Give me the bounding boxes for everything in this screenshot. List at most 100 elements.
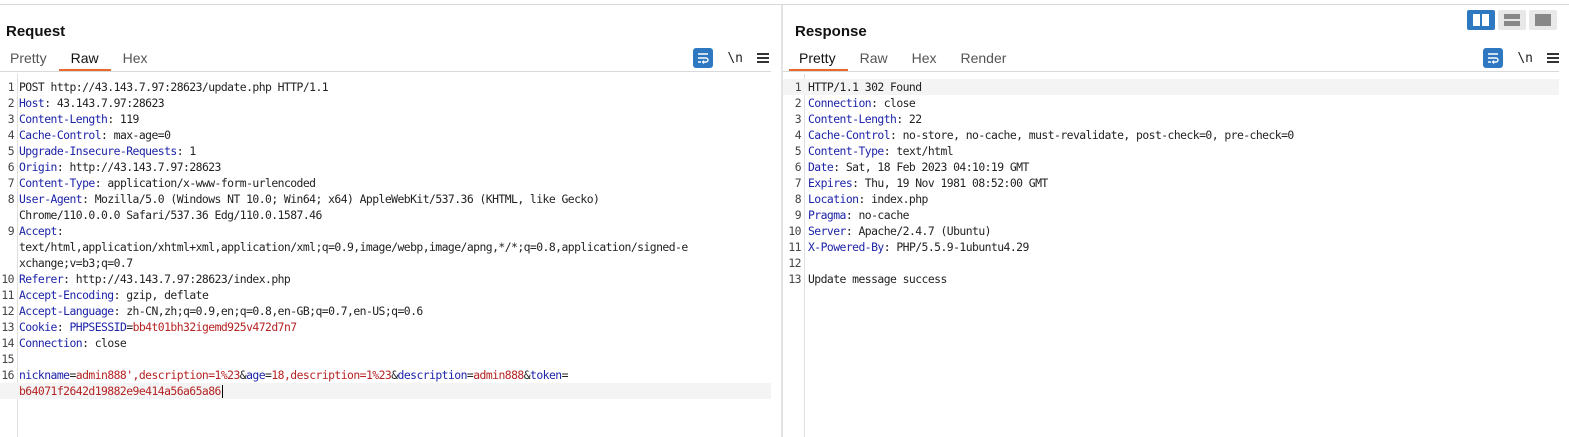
editor-line: xchange;v=b3;q=0.7 xyxy=(0,255,771,271)
response-tab-render[interactable]: Render xyxy=(949,49,1019,71)
header-value: application/x-www-form-urlencoded xyxy=(101,176,316,190)
request-tab-raw[interactable]: Raw xyxy=(58,49,111,71)
line-content: text/html,application/xhtml+xml,applicat… xyxy=(19,239,688,255)
header-value: 119 xyxy=(113,112,139,126)
line-content: Connection: close xyxy=(19,335,127,351)
line-content: Cache-Control: no-store, no-cache, must-… xyxy=(808,127,1294,143)
editor-line: 10 Referer: http://43.143.7.97:28623/inde… xyxy=(0,271,771,287)
line-number: 2 xyxy=(794,96,802,110)
line-number: 12 xyxy=(1,304,14,318)
line-content: Chrome/110.0.0.0 Safari/537.36 Edg/110.0… xyxy=(19,207,322,223)
line-content: Content-Length: 119 xyxy=(19,111,139,127)
line-content: b64071f2642d19882e9e414a56a65a86 xyxy=(19,383,223,399)
editor-line: b64071f2642d19882e9e414a56a65a86 xyxy=(0,383,771,399)
line-number: 11 xyxy=(788,240,801,254)
line-content: POST http://43.143.7.97:28623/update.php… xyxy=(19,79,329,95)
editor-line: Chrome/110.0.0.0 Safari/537.36 Edg/110.0… xyxy=(0,207,771,223)
editor-line: 7 Expires: Thu, 19 Nov 1981 08:52:00 GMT xyxy=(783,175,1559,191)
header-name: Connection xyxy=(19,336,83,350)
header-name: Date xyxy=(808,160,834,174)
response-tab-rule xyxy=(783,71,1559,72)
editor-line: 4 Cache-Control: max-age=0 xyxy=(0,127,771,143)
line-number: 7 xyxy=(794,176,802,190)
header-value: close xyxy=(88,336,127,350)
editor-line: 13 Update message success xyxy=(783,271,1559,287)
line-content: Referer: http://43.143.7.97:28623/index.… xyxy=(19,271,291,287)
response-tab-pretty[interactable]: Pretty xyxy=(789,49,848,71)
param-name: age xyxy=(246,368,266,382)
header-name: Cache-Control xyxy=(19,128,102,142)
request-editor[interactable]: 1 POST http://43.143.7.97:28623/update.ph… xyxy=(0,74,771,437)
line-number: 4 xyxy=(7,128,15,142)
editor-line: 3 Content-Length: 22 xyxy=(783,111,1559,127)
response-tab-raw[interactable]: Raw xyxy=(848,49,900,71)
request-tab-rule xyxy=(0,71,771,72)
editor-line: 6 Date: Sat, 18 Feb 2023 04:10:19 GMT xyxy=(783,159,1559,175)
header-value: max-age=0 xyxy=(107,128,171,142)
header-value: gzip, deflate xyxy=(119,288,209,302)
line-content: Location: index.php xyxy=(808,191,928,207)
line-number: 6 xyxy=(794,160,802,174)
line-content: Cookie: PHPSESSID=bb4t01bh32igemd925v472… xyxy=(19,319,297,335)
line-number: 2 xyxy=(7,96,15,110)
param-name: nickname xyxy=(19,368,70,382)
editor-line: 15 xyxy=(0,351,771,367)
line-content: Content-Length: 22 xyxy=(808,111,922,127)
line-number: 5 xyxy=(7,144,15,158)
request-tab-hex[interactable]: Hex xyxy=(111,49,160,71)
line-number: 1 xyxy=(7,80,15,94)
response-tab-hex[interactable]: Hex xyxy=(900,49,949,71)
line-number: 7 xyxy=(7,176,15,190)
param-value: admin888',description=1%23 xyxy=(75,368,241,382)
param-value: b64071f2642d19882e9e414a56a65a86 xyxy=(19,384,221,398)
word-wrap-icon[interactable] xyxy=(1483,48,1504,68)
request-title: Request xyxy=(6,23,66,40)
line-number: 1 xyxy=(794,80,802,94)
line-number: 6 xyxy=(7,160,15,174)
editor-line: 4 Cache-Control: no-store, no-cache, must… xyxy=(783,127,1559,143)
header-name: Origin xyxy=(19,160,57,174)
line-content: Accept: xyxy=(19,223,64,239)
line-text: POST http://43.143.7.97:28623/update.php… xyxy=(19,80,329,94)
line-content: nickname=admin888',description=1%23&age=… xyxy=(19,367,568,383)
header-value: no-cache xyxy=(852,208,909,222)
header-name: Content-Length xyxy=(808,112,897,126)
show-newlines-button[interactable]: \n xyxy=(727,51,743,66)
param-name: description xyxy=(397,368,468,382)
request-tab-pretty[interactable]: Pretty xyxy=(0,49,59,71)
menu-icon[interactable] xyxy=(1547,53,1559,63)
editor-line: text/html,application/xhtml+xml,applicat… xyxy=(0,239,771,255)
request-tabs: Pretty Raw Hex xyxy=(0,49,160,71)
header-value: http://43.143.7.97:28623/index.php xyxy=(69,272,291,286)
word-wrap-icon[interactable] xyxy=(693,48,714,68)
line-content: Host: 43.143.7.97:28623 xyxy=(19,95,165,111)
header-name: Cache-Control xyxy=(808,128,891,142)
editor-line: 9 Pragma: no-cache xyxy=(783,207,1559,223)
header-name: Upgrade-Insecure-Requests xyxy=(19,144,177,158)
header-value: close xyxy=(877,96,916,110)
line-content: Server: Apache/2.4.7 (Ubuntu) xyxy=(808,223,992,239)
cookie-name: PHPSESSID xyxy=(63,320,127,334)
line-number: 8 xyxy=(7,192,15,206)
editor-line: 11 Accept-Encoding: gzip, deflate xyxy=(0,287,771,303)
line-content: Pragma: no-cache xyxy=(808,207,910,223)
request-tools: \n xyxy=(693,48,769,68)
editor-line: 8 User-Agent: Mozilla/5.0 (Windows NT 10.… xyxy=(0,191,771,207)
line-number: 14 xyxy=(1,336,14,350)
header-value: 1 xyxy=(183,144,196,158)
header-value: text/html xyxy=(890,144,954,158)
header-name: X-Powered-By xyxy=(808,240,884,254)
editor-line: 16 nickname=admin888',description=1%23&ag… xyxy=(0,367,771,383)
header-name: Content-Length xyxy=(19,112,108,126)
param-value: admin888 xyxy=(473,368,524,382)
editor-line: 11 X-Powered-By: PHP/5.5.9-1ubuntu4.29 xyxy=(783,239,1559,255)
param-name: token xyxy=(530,368,562,382)
editor-line: 6 Origin: http://43.143.7.97:28623 xyxy=(0,159,771,175)
header-value: PHP/5.5.9-1ubuntu4.29 xyxy=(890,240,1029,254)
response-editor[interactable]: 1 HTTP/1.1 302 Found 2 Connection: close 3 Co… xyxy=(783,74,1559,437)
line-number: 12 xyxy=(788,256,801,270)
show-newlines-button[interactable]: \n xyxy=(1517,51,1533,66)
header-name: Cookie xyxy=(19,320,57,334)
menu-icon[interactable] xyxy=(757,53,769,63)
line-content: Date: Sat, 18 Feb 2023 04:10:19 GMT xyxy=(808,159,1029,175)
